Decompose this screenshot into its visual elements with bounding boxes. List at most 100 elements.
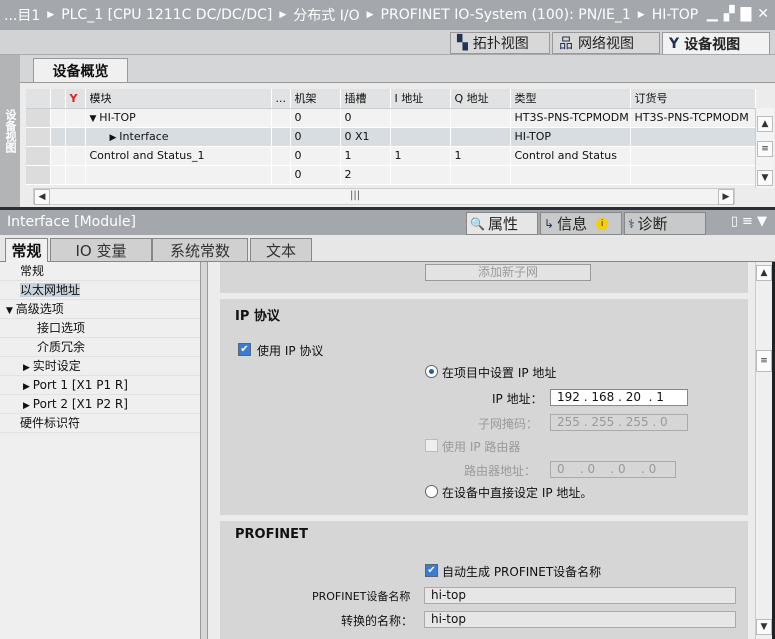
expand-icon[interactable]: ▶ (110, 133, 120, 143)
maximize-icon[interactable]: ▇ (740, 6, 751, 22)
col-i-address[interactable]: I 地址 (390, 89, 451, 109)
tab-system-constants[interactable]: 系统常数 (152, 238, 248, 262)
scroll-down-icon[interactable]: ▼ (757, 170, 773, 186)
device-overview: 设备视图 设备概览 Y 模块 ... 机架 插槽 I 地址 Q 地址 类型 订货… (0, 55, 775, 207)
tab-network-view[interactable]: 品网络视图 (552, 32, 660, 54)
tab-diagnostics[interactable]: ⚕ 诊断 (624, 212, 706, 235)
set-ip-in-project-radio[interactable] (425, 365, 438, 378)
horizontal-scrollbar[interactable]: ◀ ||| ▶ (33, 188, 735, 205)
nav-ethernet-address[interactable]: 以太网地址 (0, 281, 200, 300)
tab-texts[interactable]: 文本 (250, 238, 312, 262)
col-more[interactable]: ... (271, 89, 291, 109)
scroll-thumb-icon[interactable]: ≡ (757, 141, 773, 157)
subnet-mask-label: 子网掩码： (478, 417, 539, 431)
profinet-heading: PROFINET (235, 527, 308, 542)
topology-icon: ▚ (457, 35, 468, 51)
nav-realtime-settings[interactable]: ▶ 实时设定 (0, 357, 200, 376)
auto-name-label: 自动生成 PROFINET设备名称 (442, 565, 602, 579)
breadcrumb-item[interactable]: 分布式 I/O (293, 5, 359, 25)
tab-device-overview[interactable]: 设备概览 (33, 58, 128, 82)
router-address-input[interactable]: 0 . 0 . 0 . 0 (550, 461, 676, 478)
scroll-left-icon[interactable]: ◀ (34, 189, 50, 205)
col-type[interactable]: 类型 (510, 89, 631, 109)
nav-port-1[interactable]: ▶ Port 1 [X1 P1 R] (0, 376, 200, 395)
device-name-label: PROFINET设备名称 (312, 590, 411, 603)
device-overview-table: Y 模块 ... 机架 插槽 I 地址 Q 地址 类型 订货号 ▼ HI-TOP… (26, 89, 756, 185)
converted-name-input[interactable]: hi-top (424, 611, 736, 628)
inspector-subtabs: 常规 IO 变量 系统常数 文本 (0, 235, 775, 262)
tab-topology-view[interactable]: ▚ 拓扑视图 (450, 32, 550, 54)
restore-icon[interactable]: ▞ (724, 6, 735, 22)
table-row[interactable]: Control and Status_1 01 11 Control and S… (26, 146, 756, 166)
breadcrumb-item[interactable]: HI-TOP (652, 7, 698, 23)
minimize-icon[interactable]: ▁ (707, 6, 718, 22)
use-ip-checkbox[interactable]: ✔ (238, 343, 251, 356)
device-name-input[interactable]: hi-top (424, 587, 736, 604)
set-ip-in-device-radio[interactable] (425, 485, 438, 498)
ip-address-label: IP 地址： (492, 392, 543, 406)
nav-interface-options[interactable]: 接口选项 (0, 319, 200, 338)
set-ip-in-project-label: 在项目中设置 IP 地址 (442, 366, 557, 380)
table-header: Y 模块 ... 机架 插槽 I 地址 Q 地址 类型 订货号 (26, 89, 756, 109)
col-rack[interactable]: 机架 (290, 89, 341, 109)
scroll-up-icon[interactable]: ▲ (756, 265, 772, 281)
close-icon[interactable]: ✕ (757, 6, 769, 22)
ip-address-input[interactable]: 192 . 168 . 20 . 1 (550, 389, 688, 406)
content-scrollbar[interactable]: ▲ ≡ ▼ (755, 262, 772, 639)
tab-device-view[interactable]: Y 设备视图 (662, 32, 770, 54)
breadcrumb-item[interactable]: ...目1 (4, 5, 40, 25)
collapse-icon[interactable]: ▼ (90, 114, 100, 124)
collapse-icon[interactable]: ▼ (6, 306, 16, 316)
add-subnet-button[interactable]: 添加新子网 (425, 264, 591, 281)
device-icon: Y (669, 35, 680, 52)
table-row[interactable]: 02 (26, 165, 756, 185)
panel-options-icon[interactable]: ▯ ≡ ▼ (731, 210, 767, 234)
scroll-right-icon[interactable]: ▶ (718, 189, 734, 205)
nav-advanced-options[interactable]: ▼ 高级选项 (0, 300, 200, 319)
subnet-panel: 添加新子网 (220, 262, 748, 293)
expand-icon[interactable]: ▶ (23, 382, 33, 392)
scroll-up-icon[interactable]: ▲ (757, 116, 773, 132)
breadcrumb-item[interactable]: PROFINET IO-System (100): PN/IE_1 (381, 7, 631, 23)
scroll-down-icon[interactable]: ▼ (756, 619, 772, 635)
converted-name-label: 转换的名称： (341, 614, 414, 628)
breadcrumb-item[interactable]: PLC_1 [CPU 1211C DC/DC/DC] (61, 7, 272, 23)
vertical-scrollbar[interactable]: ▲ ≡ ▼ (755, 108, 774, 188)
nav-media-redundancy[interactable]: 介质冗余 (0, 338, 200, 357)
inspector-title-bar: Interface [Module] 🔍 属性 ↳ 信息 i ⚕ 诊断 ▯ ≡ ▼ (0, 210, 775, 235)
info-icon: ↳ (544, 216, 555, 231)
scroll-thumb-icon[interactable]: ≡ (756, 350, 772, 372)
breadcrumb: ...目1 ▶ PLC_1 [CPU 1211C DC/DC/DC] ▶ 分布式 I… (0, 0, 775, 30)
use-router-label: 使用 IP 路由器 (442, 440, 521, 454)
info-badge-icon: i (596, 217, 609, 230)
expand-icon[interactable]: ▶ (23, 363, 33, 373)
use-router-checkbox[interactable] (425, 439, 438, 452)
col-slot[interactable]: 插槽 (340, 89, 391, 109)
subnet-mask-input[interactable]: 255 . 255 . 255 . 0 (550, 414, 688, 431)
col-order-number[interactable]: 订货号 (630, 89, 756, 109)
nav-hardware-identifier[interactable]: 硬件标识符 (0, 414, 200, 433)
table-row[interactable]: ▼ HI-TOP 00 HT3S-PNS-TCPMODM HT3S-PNS-TCP… (26, 108, 756, 128)
properties-icon: 🔍 (470, 216, 485, 231)
tab-properties[interactable]: 🔍 属性 (466, 212, 538, 235)
nav-general[interactable]: 常规 (0, 262, 200, 281)
col-q-address[interactable]: Q 地址 (450, 89, 511, 109)
tab-info[interactable]: ↳ 信息 i (540, 212, 622, 235)
diagnostics-icon: ⚕ (628, 216, 635, 231)
col-module[interactable]: 模块 (85, 89, 272, 109)
set-ip-in-device-label: 在设备中直接设定 IP 地址。 (442, 486, 593, 500)
inspector-title: Interface [Module] (7, 214, 136, 230)
tab-io-tags[interactable]: IO 变量 (50, 238, 152, 262)
module-status-icon: Y (65, 89, 86, 109)
nav-splitter[interactable] (200, 262, 208, 639)
use-ip-label: 使用 IP 协议 (257, 344, 324, 358)
tab-general[interactable]: 常规 (5, 238, 48, 262)
nav-port-2[interactable]: ▶ Port 2 [X1 P2 R] (0, 395, 200, 414)
ip-protocol-panel: IP 协议 ✔ 使用 IP 协议 在项目中设置 IP 地址 IP 地址： 192… (220, 299, 748, 515)
device-view-side-tab[interactable]: 设备视图 (0, 55, 20, 207)
auto-name-checkbox[interactable]: ✔ (425, 564, 438, 577)
expand-icon[interactable]: ▶ (23, 401, 33, 411)
network-icon: 品 (559, 36, 573, 52)
scroll-thumb-icon[interactable]: ||| (350, 190, 360, 201)
table-row[interactable]: ▶ Interface 00 X1 HI-TOP (26, 127, 756, 147)
